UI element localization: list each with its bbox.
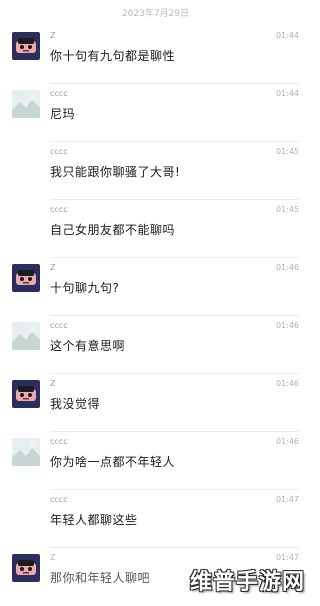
message-time: 01:46: [275, 263, 299, 272]
message-time: 01:46: [275, 437, 299, 446]
message-row[interactable]: cccc 01:46 你为啥一点都不年轻人: [0, 432, 311, 490]
landscape-avatar-icon[interactable]: [12, 438, 40, 466]
message-row[interactable]: Z 01:46 我没觉得: [0, 374, 311, 432]
sender-name: Z: [50, 263, 56, 272]
message-row[interactable]: Z 01:46 十句聊九句?: [0, 258, 311, 316]
message-row[interactable]: cccc 01:44 尼玛: [0, 84, 311, 142]
message-text: 十句聊九句?: [50, 281, 120, 295]
message-time: 01:47: [275, 553, 299, 562]
message-row[interactable]: cccc 01:47 年轻人都聊这些: [0, 490, 311, 548]
message-row[interactable]: cccc 01:45 我只能跟你聊骚了大哥!: [0, 142, 311, 200]
message-time: 01:45: [275, 205, 299, 214]
message-text: 这个有意思啊: [50, 339, 126, 353]
sender-name: Z: [50, 31, 56, 40]
message-text: 我没觉得: [50, 397, 101, 411]
cartoon-avatar-icon[interactable]: [12, 554, 40, 582]
sender-name: cccc: [50, 437, 68, 446]
sender-name: cccc: [50, 321, 68, 330]
sender-name: cccc: [50, 205, 68, 214]
message-text: 尼玛: [50, 107, 76, 121]
message-row[interactable]: cccc 01:46 这个有意思啊: [0, 316, 311, 374]
message-time: 01:44: [275, 31, 299, 40]
message-time: 01:45: [275, 147, 299, 156]
sender-name: Z: [50, 379, 56, 388]
message-time: 01:47: [275, 495, 299, 504]
date-header: 2023年7月29日: [121, 9, 190, 19]
message-text: 你为啥一点都不年轻人: [50, 455, 176, 469]
sender-name: cccc: [50, 495, 68, 504]
message-row[interactable]: cccc 01:45 自己女朋友都不能聊吗: [0, 200, 311, 258]
cartoon-avatar-icon[interactable]: [12, 32, 40, 60]
message-time: 01:44: [275, 89, 299, 98]
message-row[interactable]: Z 01:44 你十句有九句都是聊性: [0, 26, 311, 84]
cartoon-avatar-icon[interactable]: [12, 380, 40, 408]
landscape-avatar-icon[interactable]: [12, 322, 40, 350]
message-text: 自己女朋友都不能聊吗: [50, 223, 176, 237]
sender-name: cccc: [50, 147, 68, 156]
message-text: 我只能跟你聊骚了大哥!: [50, 165, 181, 179]
sender-name: cccc: [50, 89, 68, 98]
message-time: 01:46: [275, 379, 299, 388]
message-text: 年轻人都聊这些: [50, 513, 138, 527]
message-text: 你十句有九句都是聊性: [50, 49, 176, 63]
sender-name: Z: [50, 553, 56, 562]
landscape-avatar-icon[interactable]: [12, 90, 40, 118]
cartoon-avatar-icon[interactable]: [12, 264, 40, 292]
message-time: 01:46: [275, 321, 299, 330]
watermark-text: 维普手游网: [189, 570, 305, 595]
message-text: 那你和年轻人聊吧: [50, 571, 151, 585]
